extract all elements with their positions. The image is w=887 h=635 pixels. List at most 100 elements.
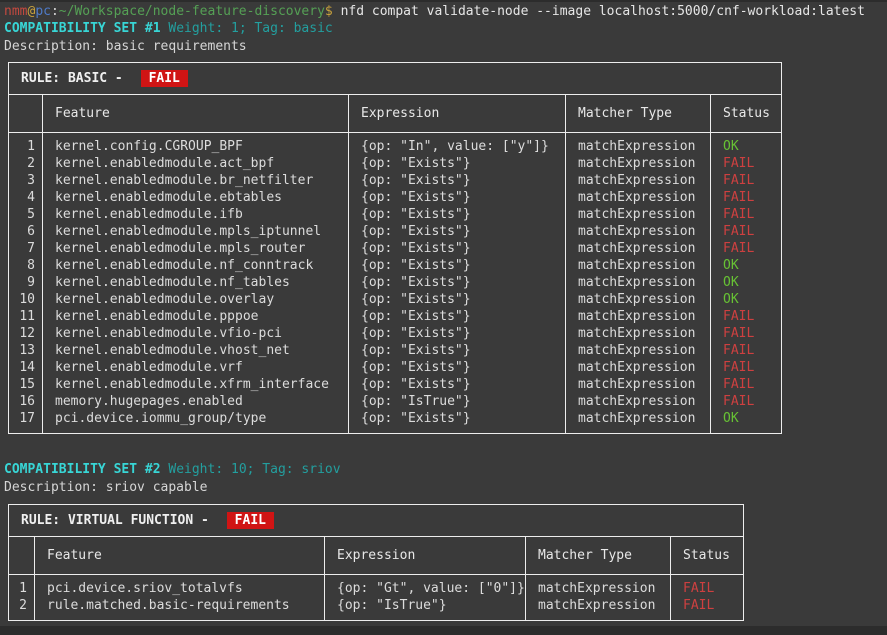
expression-cell: {op: "Exists"} [349,274,566,291]
table-row: 3kernel.enabledmodule.br_netfilter{op: "… [9,172,782,189]
status-cell: FAIL [711,223,782,240]
expression-cell: {op: "Exists"} [349,410,566,434]
row-number-cell: 1 [9,133,43,156]
status-cell: OK [711,274,782,291]
feature-cell: kernel.enabledmodule.vhost_net [43,342,349,359]
column-header-matcher-type: Matcher Type [526,537,671,575]
feature-cell: kernel.enabledmodule.vrf [43,359,349,376]
table-row: 5kernel.enabledmodule.ifb{op: "Exists"}m… [9,206,782,223]
table-row: 11kernel.enabledmodule.pppoe{op: "Exists… [9,308,782,325]
shell-prompt-line: nmm@pc:~/Workspace/node-feature-discover… [4,3,865,20]
expression-cell: {op: "IsTrue"} [349,393,566,410]
matcher-type-cell: matchExpression [566,291,711,308]
expression-cell: {op: "In", value: ["y"]} [349,133,566,156]
row-number-cell: 4 [9,189,43,206]
feature-cell: pci.device.sriov_totalvfs [35,575,325,598]
matcher-type-cell: matchExpression [566,325,711,342]
prompt-path: ~/Workspace/node-feature-discovery [59,4,325,19]
terminal-bottom-edge [0,626,887,635]
set-2-meta: Weight: 10; Tag: sriov [161,462,341,477]
table-row: 2kernel.enabledmodule.act_bpf{op: "Exist… [9,155,782,172]
status-cell: OK [711,257,782,274]
table-row: 17pci.device.iommu_group/type{op: "Exist… [9,410,782,434]
status-cell: FAIL [671,597,744,621]
feature-cell: memory.hugepages.enabled [43,393,349,410]
row-number-cell: 5 [9,206,43,223]
row-number-cell: 16 [9,393,43,410]
column-header-feature: Feature [43,95,349,133]
feature-cell: kernel.enabledmodule.br_netfilter [43,172,349,189]
status-cell: FAIL [711,325,782,342]
set-1-meta: Weight: 1; Tag: basic [161,21,333,36]
status-cell: FAIL [711,172,782,189]
column-header-feature: Feature [35,537,325,575]
status-cell: OK [711,133,782,156]
matcher-type-cell: matchExpression [526,597,671,621]
row-number-cell: 12 [9,325,43,342]
feature-cell: kernel.enabledmodule.act_bpf [43,155,349,172]
expression-cell: {op: "Exists"} [349,189,566,206]
table-row: 15kernel.enabledmodule.xfrm_interface{op… [9,376,782,393]
rule-header-cell: RULE: BASIC - FAIL [9,63,782,95]
column-header-index [9,537,35,575]
status-cell: FAIL [711,206,782,223]
row-number-cell: 10 [9,291,43,308]
expression-cell: {op: "Exists"} [349,223,566,240]
matcher-type-cell: matchExpression [566,133,711,156]
expression-cell: {op: "Exists"} [349,359,566,376]
feature-cell: kernel.enabledmodule.nf_tables [43,274,349,291]
set-2-description: Description: sriov capable [4,479,208,496]
compatibility-set-2-heading: COMPATIBILITY SET #2 Weight: 10; Tag: sr… [4,461,341,478]
row-number-cell: 11 [9,308,43,325]
feature-cell: rule.matched.basic-requirements [35,597,325,621]
table-row: 7kernel.enabledmodule.mpls_router{op: "E… [9,240,782,257]
expression-cell: {op: "Exists"} [349,240,566,257]
feature-cell: pci.device.iommu_group/type [43,410,349,434]
rule-header-row: RULE: BASIC - FAIL [9,63,782,95]
matcher-type-cell: matchExpression [566,410,711,434]
status-cell: FAIL [711,359,782,376]
expression-cell: {op: "Exists"} [349,291,566,308]
table-row: 9kernel.enabledmodule.nf_tables{op: "Exi… [9,274,782,291]
status-cell: FAIL [711,342,782,359]
rule-header-row: RULE: VIRTUAL FUNCTION - FAIL [9,505,744,537]
row-number-cell: 7 [9,240,43,257]
expression-cell: {op: "Exists"} [349,206,566,223]
prompt-user: nmm [4,4,27,19]
status-cell: FAIL [711,393,782,410]
prompt-host: pc [35,4,51,19]
feature-cell: kernel.enabledmodule.ifb [43,206,349,223]
column-header-status: Status [671,537,744,575]
column-header-index [9,95,43,133]
expression-cell: {op: "Gt", value: ["0"]} [325,575,526,598]
feature-cell: kernel.enabledmodule.xfrm_interface [43,376,349,393]
row-number-cell: 14 [9,359,43,376]
column-header-row: Feature Expression Matcher Type Status [9,95,782,133]
column-header-row: Feature Expression Matcher Type Status [9,537,744,575]
status-cell: FAIL [711,308,782,325]
compatibility-set-1-heading: COMPATIBILITY SET #1 Weight: 1; Tag: bas… [4,20,333,37]
status-cell: OK [711,291,782,308]
status-cell: OK [711,410,782,434]
status-cell: FAIL [671,575,744,598]
column-header-status: Status [711,95,782,133]
matcher-type-cell: matchExpression [566,155,711,172]
table-row: 1kernel.config.CGROUP_BPF{op: "In", valu… [9,133,782,156]
matcher-type-cell: matchExpression [566,342,711,359]
matcher-type-cell: matchExpression [566,274,711,291]
status-cell: FAIL [711,189,782,206]
rule-table-virtual-function: RULE: VIRTUAL FUNCTION - FAIL Feature Ex… [8,504,744,621]
matcher-type-cell: matchExpression [566,359,711,376]
row-number-cell: 6 [9,223,43,240]
feature-cell: kernel.enabledmodule.mpls_router [43,240,349,257]
status-cell: FAIL [711,155,782,172]
row-number-cell: 15 [9,376,43,393]
feature-cell: kernel.enabledmodule.pppoe [43,308,349,325]
row-number-cell: 17 [9,410,43,434]
terminal-top-edge [0,0,887,2]
row-number-cell: 13 [9,342,43,359]
feature-cell: kernel.enabledmodule.vfio-pci [43,325,349,342]
status-cell: FAIL [711,376,782,393]
row-number-cell: 2 [9,155,43,172]
expression-cell: {op: "Exists"} [349,172,566,189]
